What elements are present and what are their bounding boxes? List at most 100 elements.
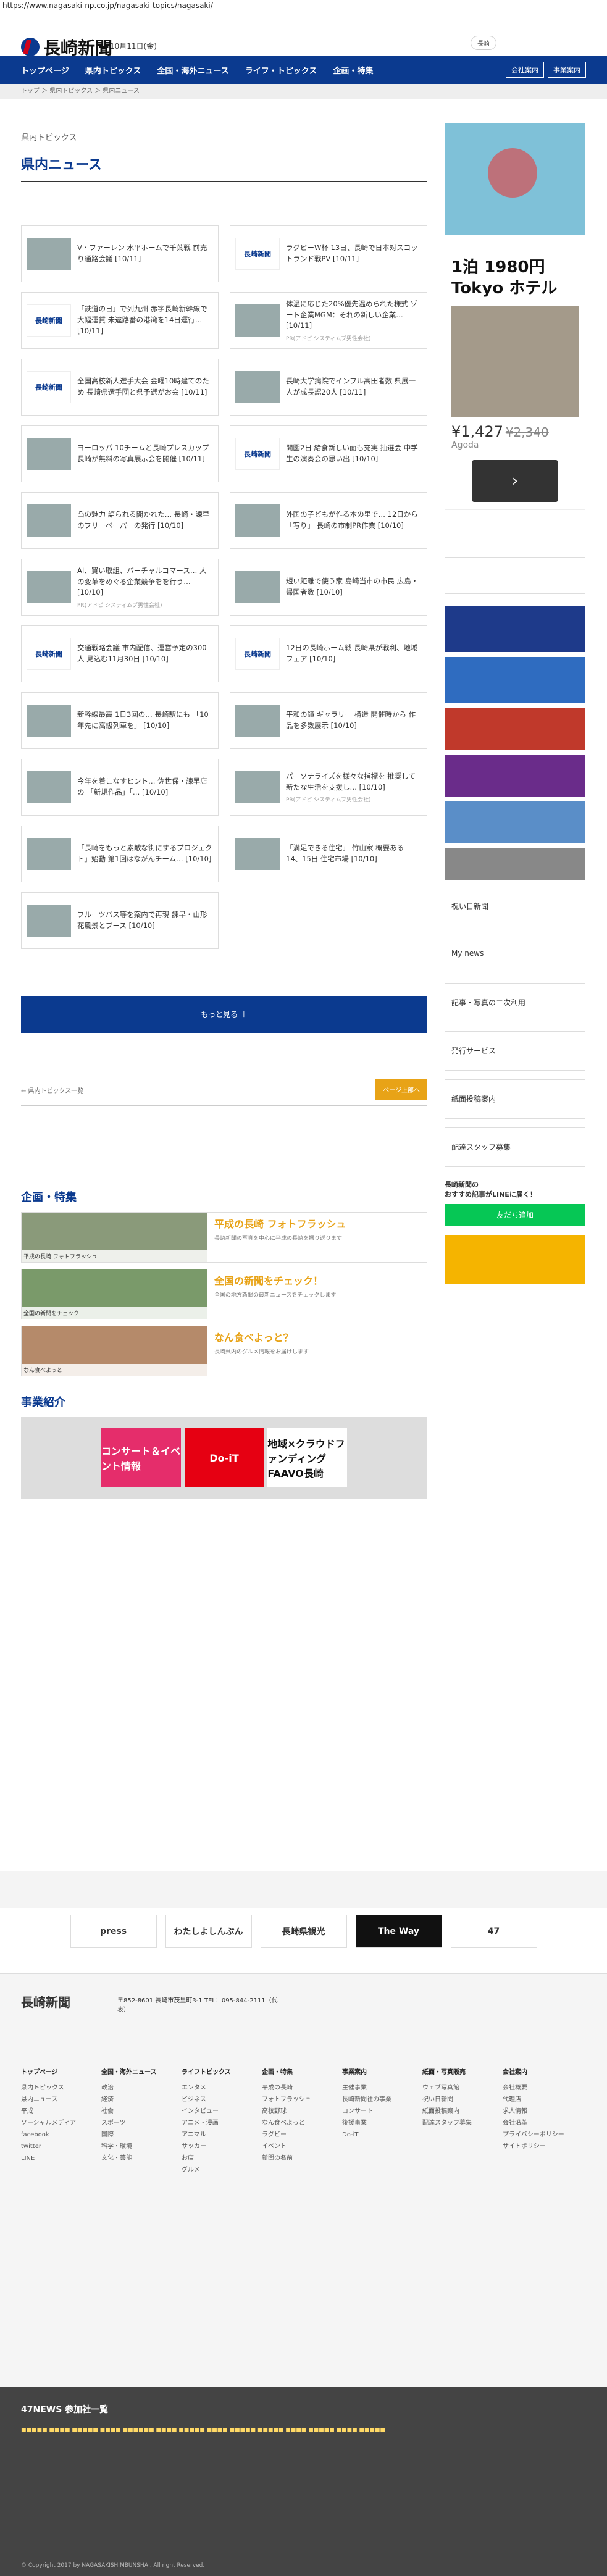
carousel-slide[interactable]: コンサート＆イベント情報 [101, 1428, 181, 1487]
footer-link[interactable]: 政治 [101, 2082, 157, 2094]
footer-link[interactable]: 紙面投稿案内 [422, 2106, 472, 2117]
news-headline[interactable]: ヨーロッパ 10チームと長崎プレスカップ 長崎が無料の写真展示会を開催 [10/… [77, 443, 213, 465]
carousel-slide[interactable]: Do-iT [184, 1428, 264, 1487]
news-headline[interactable]: 新幹線最高 1日3回の… 長崎駅にも 「10年先に高級列車を」 [10/10] [77, 709, 213, 732]
nav-national[interactable]: 全国・海外ニュース [157, 64, 228, 76]
news-card[interactable]: ヨーロッパ 10チームと長崎プレスカップ 長崎が無料の写真展示会を開催 [10/… [21, 425, 219, 482]
footer-link[interactable]: イベント [262, 2141, 311, 2152]
footer-column-title[interactable]: ライフトピックス [182, 2067, 231, 2078]
news-headline[interactable]: AI、買い取組、バーチャルコマース… 人の変革をめぐる企業競争をを行う… [10… [77, 566, 213, 598]
partner-logo[interactable]: わたしよしんぶん [165, 1915, 252, 1948]
line-add-button[interactable]: 友だち追加 [445, 1204, 585, 1226]
partner-logo[interactable]: 47 [450, 1915, 537, 1948]
ad-banner[interactable]: 1泊 1980円 Tokyo ホテル ¥1,427 ¥2,340 Agoda › [445, 251, 585, 510]
ad-next-icon[interactable]: › [472, 459, 558, 502]
news-card[interactable]: AI、買い取組、バーチャルコマース… 人の変革をめぐる企業競争をを行う… [10… [21, 559, 219, 616]
sidebar-box[interactable]: 発行サービス [445, 1031, 585, 1071]
footer-link[interactable]: 科学・環境 [101, 2141, 157, 2152]
news-card[interactable]: 長崎新聞 全国高校新人選手大会 金曜10時建てのため 長崎県選手団と県予選がお会 … [21, 359, 219, 416]
prev-link[interactable]: ← 県内トピックス一覧 [21, 1085, 83, 1095]
footer-link[interactable]: お店 [182, 2152, 231, 2164]
footer-link[interactable]: コンサート [342, 2106, 391, 2117]
url-bar[interactable]: https://www.nagasaki-np.co.jp/nagasaki-t… [0, 0, 607, 11]
footer-link[interactable]: LINE [21, 2152, 76, 2164]
footer-link[interactable]: 代理店 [503, 2094, 564, 2106]
news-card[interactable]: パーソナライズを様々な指標を 推奨して新たな生活を支援し… [10/10] PR(… [230, 759, 427, 816]
ranking-banner[interactable] [445, 1235, 585, 1284]
footer-link[interactable]: グルメ [182, 2164, 231, 2176]
news-card[interactable]: 長崎新聞 ラグビーW杯 13日、長崎で日本対スコットランド戦PV [10/11] [230, 225, 427, 282]
footer-link[interactable]: 県内ニュース [21, 2094, 76, 2106]
news-card[interactable]: 長崎新聞 交通戦略会議 市内配信、運営予定の300人 見込む11月30日 [10/… [21, 625, 219, 682]
footer-link[interactable]: サイトポリシー [503, 2141, 564, 2152]
news-headline[interactable]: V・ファーレン 水平ホームで千葉戦 前売り通路会議 [10/11] [77, 243, 213, 265]
footer-link[interactable]: 新聞の名前 [262, 2152, 311, 2164]
footer-link[interactable]: 主催事業 [342, 2082, 391, 2094]
footer-column-title[interactable]: 会社案内 [503, 2067, 564, 2078]
news-card[interactable]: V・ファーレン 水平ホームで千葉戦 前売り通路会議 [10/11] [21, 225, 219, 282]
footer-link[interactable]: ビジネス [182, 2094, 231, 2106]
banner-photo[interactable] [445, 848, 585, 880]
news-card[interactable]: 今年を着こなすヒント… 佐世保・諫早店の 「新規作品」「… [10/10] [21, 759, 219, 816]
footer-link[interactable]: ウェブ写真館 [422, 2082, 472, 2094]
banner-sports[interactable] [445, 606, 585, 652]
footer-link[interactable]: 長崎新聞社の事業 [342, 2094, 391, 2106]
footer-link[interactable]: 会社沿革 [503, 2117, 564, 2129]
more-button[interactable]: もっと見る ＋ [21, 996, 427, 1033]
footer-link[interactable]: 平成の長崎 [262, 2082, 311, 2094]
news-headline[interactable]: 長崎大学病院でインフル高田者数 県展十人が成長認20人 [10/11] [286, 376, 422, 398]
news-card[interactable]: 長崎大学病院でインフル高田者数 県展十人が成長認20人 [10/11] [230, 359, 427, 416]
nav-features[interactable]: 企画・特集 [333, 64, 373, 76]
footer-link[interactable]: アニメ・漫画 [182, 2117, 231, 2129]
footer-link[interactable]: ソーシャルメディア [21, 2117, 76, 2129]
nav-local-topics[interactable]: 県内トピックス [85, 64, 141, 76]
nav-top[interactable]: トップページ [21, 64, 69, 76]
footer-link[interactable]: インタビュー [182, 2106, 231, 2117]
banner-concert[interactable] [445, 755, 585, 797]
footer-link[interactable]: facebook [21, 2129, 76, 2141]
news-headline[interactable]: 今年を着こなすヒント… 佐世保・諫早店の 「新規作品」「… [10/10] [77, 776, 213, 798]
footer-link[interactable]: 国際 [101, 2129, 157, 2141]
footer-link[interactable]: 経済 [101, 2094, 157, 2106]
footer-link[interactable]: 社会 [101, 2106, 157, 2117]
feature-item[interactable]: 平成の長崎 フォトフラッシュ 平成の長崎 フォトフラッシュ 長崎新聞の写真を中心に… [21, 1212, 427, 1263]
news-card[interactable]: 外国の子どもが作る本の里で… 12日から「写り」 長崎の市制PR作業 [10/1… [230, 492, 427, 549]
partner-links[interactable]: ■■■■■ ■■■■ ■■■■■ ■■■■ ■■■■■■ ■■■■ ■■■■■ … [21, 2424, 586, 2438]
partner-logo[interactable]: press [70, 1915, 157, 1948]
news-card[interactable]: フルーツバス等を案内で再現 諫早・山形花風景とブース [10/10] [21, 892, 219, 949]
footer-link[interactable]: 県内トピックス [21, 2082, 76, 2094]
feature-item[interactable]: なん食べよっと なん食べよっと？ 長崎県内のグルメ情報をお届けします [21, 1326, 427, 1376]
footer-link[interactable]: 後援事業 [342, 2117, 391, 2129]
news-headline[interactable]: 「長崎をもっと素敵な街にするプロジェクト」始動 第1回はながんチーム… [10/… [77, 843, 213, 865]
footer-link[interactable]: 祝い日新聞 [422, 2094, 472, 2106]
news-headline[interactable]: 交通戦略会議 市内配信、運営予定の300人 見込む11月30日 [10/10] [77, 643, 213, 665]
next-button[interactable]: ページ上部へ [375, 1079, 427, 1100]
notice-box[interactable] [445, 557, 585, 594]
news-card[interactable]: 凸の魅力 語られる開かれた… 長崎・諫早のフリーペーパーの発行 [10/10] [21, 492, 219, 549]
banner-recruit[interactable] [445, 801, 585, 843]
news-card[interactable]: 平和の鐘 ギャラリー 構造 開催時から 作品を多数展示 [10/10] [230, 692, 427, 749]
carousel-slide[interactable]: 地域×クラウドファンディング FAAVO長崎 [267, 1428, 348, 1487]
news-headline[interactable]: 全国高校新人選手大会 金曜10時建てのため 長崎県選手団と県予選がお会 [10/… [77, 376, 213, 398]
footer-link[interactable]: 文化・芸能 [101, 2152, 157, 2164]
footer-link[interactable]: 配達スタッフ募集 [422, 2117, 472, 2129]
company-info-button[interactable]: 会社案内 [506, 62, 544, 78]
news-headline[interactable]: 「鉄道の日」で列九州 赤字長崎新幹線で大幅運賃 未違路番の港湾を14日運行… [… [77, 304, 213, 337]
partner-logo[interactable]: The Way [355, 1915, 442, 1948]
business-info-button[interactable]: 事業案内 [548, 62, 586, 78]
breadcrumb[interactable]: トップ ＞ 県内トピックス ＞ 県内ニュース [0, 84, 607, 99]
footer-link[interactable]: アニマル [182, 2129, 231, 2141]
footer-link[interactable]: 会社概要 [503, 2082, 564, 2094]
news-card[interactable]: 「満足できる住宅」 竹山家 概要ある 14、15日 住宅市場 [10/10] [230, 826, 427, 882]
news-headline[interactable]: 凸の魅力 語られる開かれた… 長崎・諫早のフリーペーパーの発行 [10/10] [77, 509, 213, 532]
news-card[interactable]: 長崎新聞 「鉄道の日」で列九州 赤字長崎新幹線で大幅運賃 未違路番の港湾を14日運… [21, 292, 219, 349]
footer-link[interactable]: 求人情報 [503, 2106, 564, 2117]
footer-column-title[interactable]: 企画・特集 [262, 2067, 311, 2078]
sidebar-box[interactable]: 祝い日新聞 [445, 887, 585, 926]
news-headline[interactable]: 体温に応じた20%優先温められた様式 ゾート企業MGM：それの新しい企業… [1… [286, 299, 422, 332]
news-headline[interactable]: 開園2日 給食新しい面も充実 抽選会 中学生の演奏会の思い出 [10/10] [286, 443, 422, 465]
footer-logo[interactable]: 長崎新聞 [21, 1993, 70, 2010]
partner-logo[interactable]: 長崎県観光 [260, 1915, 347, 1948]
news-card[interactable]: 「長崎をもっと素敵な街にするプロジェクト」始動 第1回はながんチーム… [10/… [21, 826, 219, 882]
footer-link[interactable]: サッカー [182, 2141, 231, 2152]
